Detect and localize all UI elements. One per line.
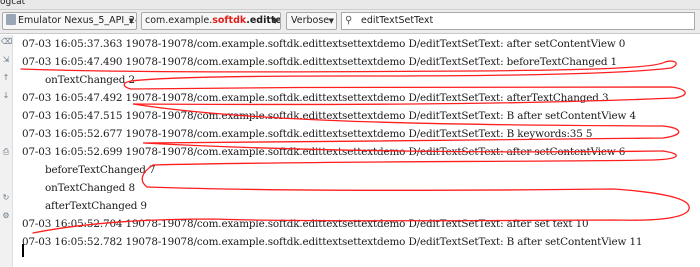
window-titlebar: ogcat xyxy=(0,0,700,10)
log-line: onTextChanged 2 xyxy=(45,74,135,86)
print-icon[interactable]: ⎙ xyxy=(1,147,11,157)
log-line: afterTextChanged 9 xyxy=(45,200,147,212)
device-dropdown[interactable]: Emulator Nexus_5_API_24 An ▼ xyxy=(2,12,137,30)
log-line: 07-03 16:05:52.782 19078-19078/com.examp… xyxy=(22,236,643,248)
logcat-toolbar: Emulator Nexus_5_API_24 An ▼ com.example… xyxy=(0,10,700,34)
log-output[interactable]: 07-03 16:05:37.363 19078-19078/com.examp… xyxy=(13,35,700,267)
chevron-down-icon: ▼ xyxy=(328,17,334,25)
log-line: 07-03 16:05:47.490 19078-19078/com.examp… xyxy=(22,56,617,68)
log-line: 07-03 16:05:52.704 19078-19078/com.examp… xyxy=(22,218,589,230)
process-label-redacted: softdk xyxy=(212,15,247,26)
process-dropdown[interactable]: com.example.softdk.edittextse ▼ xyxy=(141,12,281,30)
process-label-prefix: com.example. xyxy=(145,15,213,26)
log-line: 07-03 16:05:47.515 19078-19078/com.examp… xyxy=(22,110,636,122)
annotation-stroke xyxy=(146,186,690,212)
text-cursor xyxy=(22,244,24,257)
log-level-label: Verbose xyxy=(291,15,330,26)
clear-log-icon[interactable]: ⌫ xyxy=(1,37,12,47)
device-label: Emulator Nexus_5_API_24 An xyxy=(18,15,137,26)
chevron-down-icon: ▼ xyxy=(128,17,134,25)
chevron-down-icon: ▼ xyxy=(272,17,278,25)
window-title: ogcat xyxy=(0,0,26,7)
search-value: editTextSetText xyxy=(361,15,434,26)
log-line: 07-03 16:05:52.677 19078-19078/com.examp… xyxy=(22,128,593,140)
up-icon[interactable]: ↑ xyxy=(1,73,11,83)
log-line: 07-03 16:05:47.492 19078-19078/com.examp… xyxy=(22,92,609,104)
phone-icon xyxy=(6,14,16,25)
restart-icon[interactable]: ↻ xyxy=(1,193,11,203)
down-icon[interactable]: ↓ xyxy=(1,91,11,101)
search-input[interactable]: ⚲ editTextSetText xyxy=(341,12,695,30)
log-level-dropdown[interactable]: Verbose ▼ xyxy=(286,12,337,30)
settings-icon[interactable]: ⚙ xyxy=(1,211,11,221)
log-line: onTextChanged 8 xyxy=(45,182,135,194)
scroll-end-icon[interactable]: ⇲ xyxy=(1,55,11,65)
logcat-side-toolbar: ⌫ ⇲ ↑ ↓ ⎙ ↻ ⚙ xyxy=(0,35,13,267)
log-line: beforeTextChanged 7 xyxy=(45,164,156,176)
log-line: 07-03 16:05:37.363 19078-19078/com.examp… xyxy=(22,38,626,50)
magnifier-icon: ⚲ xyxy=(345,15,353,26)
log-line: 07-03 16:05:52.699 19078-19078/com.examp… xyxy=(22,146,626,158)
